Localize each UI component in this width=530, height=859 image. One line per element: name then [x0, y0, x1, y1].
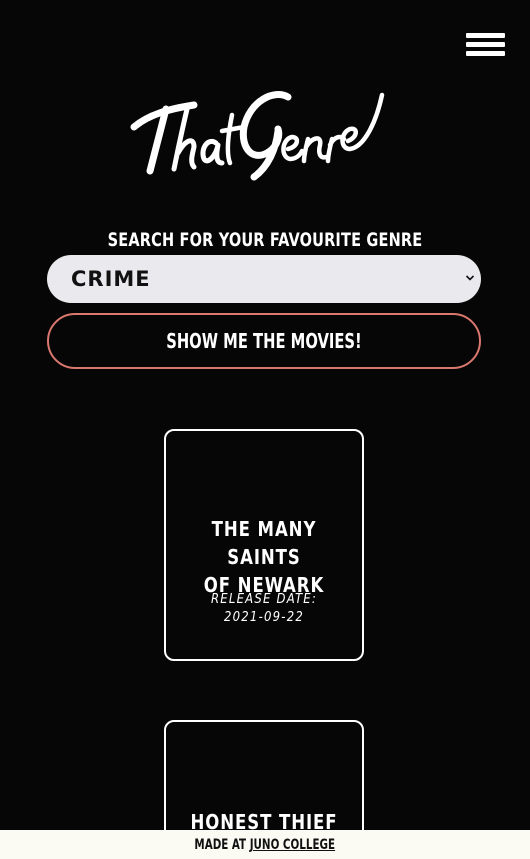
menu-bar: [466, 51, 505, 56]
release-info: RELEASE DATE: 2021-09-22: [166, 591, 362, 627]
search-label: SEARCH FOR YOUR FAVOURITE GENRE: [107, 229, 423, 251]
chevron-down-icon: [465, 275, 475, 281]
show-movies-button-label: SHOW ME THE MOVIES!: [166, 329, 362, 353]
release-date-label: RELEASE DATE:: [210, 592, 318, 607]
selected-genre: CRIME: [71, 267, 151, 291]
movie-title: THE MANY SAINTS OF NEWARK: [174, 515, 354, 599]
footer-text: MADE AT JUNO COLLEGE: [195, 830, 336, 859]
show-movies-button[interactable]: SHOW ME THE MOVIES!: [47, 313, 481, 369]
thatgenre-logo: [130, 91, 385, 181]
release-date-value: 2021-09-22: [224, 610, 304, 625]
movie-card[interactable]: THE MANY SAINTS OF NEWARK RELEASE DATE: …: [164, 429, 364, 661]
hamburger-menu-icon[interactable]: [466, 33, 505, 57]
movie-title-line: THE MANY SAINTS: [211, 517, 317, 569]
menu-bar: [466, 42, 505, 47]
genre-select[interactable]: CRIME: [47, 255, 481, 303]
footer: MADE AT JUNO COLLEGE: [0, 830, 530, 859]
menu-bar: [466, 33, 505, 38]
footer-prefix: MADE AT: [194, 837, 247, 853]
juno-college-link[interactable]: JUNO COLLEGE: [250, 837, 335, 853]
